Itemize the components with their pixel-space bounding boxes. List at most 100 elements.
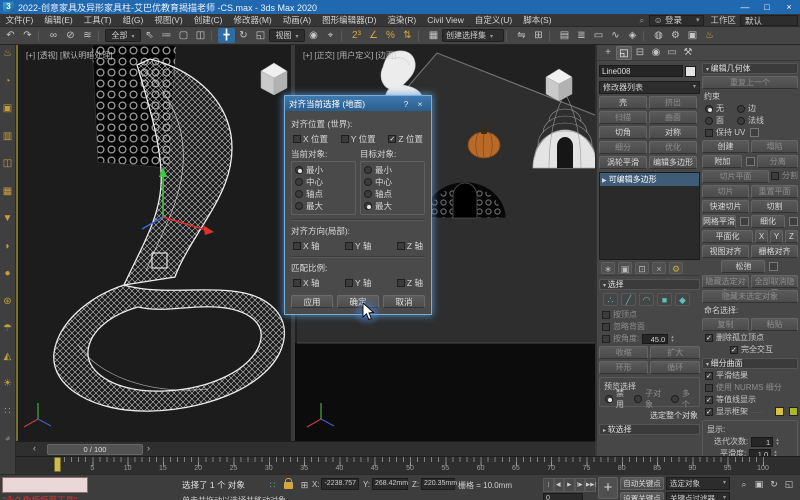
element-subobject-icon[interactable]: ◆ [675,293,690,306]
curve-editor-icon[interactable]: ∿ [607,28,624,43]
reset-plane-button[interactable]: 重置平面 [751,185,798,198]
render-icon[interactable]: ♨ [701,28,718,43]
preview-multi-radio[interactable] [671,395,679,403]
auto-key-button[interactable]: 自动关键点 [620,477,664,490]
menu-rendering[interactable]: 渲染(R) [382,14,422,27]
configure-modifier-sets-icon[interactable]: ⚙ [669,262,683,274]
zoom-extents-icon[interactable]: ▣ [752,478,766,491]
apply-button[interactable]: 应用 [291,295,333,308]
current-max-radio[interactable] [295,202,303,210]
modifier-button-symmetry[interactable]: 对称 [649,126,697,139]
chair-mesh[interactable] [54,59,285,411]
select-and-manipulate-icon[interactable]: ⌖ [322,28,339,43]
select-and-rotate-icon[interactable]: ↻ [235,28,252,43]
split-checkbox[interactable] [771,172,779,180]
maxscript-mini-listener[interactable] [2,477,88,493]
menu-create[interactable]: 创建(C) [188,14,228,27]
y-position-checkbox[interactable] [341,135,349,143]
trackbar-ruler[interactable]: 5101520253035404550556065707580859095100 [57,457,764,475]
target-pivot-radio[interactable] [364,190,372,198]
planar-z-button[interactable]: Z [785,230,798,243]
paste-button[interactable]: 粘贴 [751,318,798,331]
current-min-radio[interactable] [295,166,303,174]
modifier-button-optimize[interactable]: 优化 [649,141,697,154]
constraint-edge-radio[interactable] [737,105,745,113]
previous-frame-arrow[interactable]: ‹ [33,443,36,453]
x-position-checkbox[interactable] [293,135,301,143]
dialog-titlebar[interactable]: 对齐当前选择 (地面) ? × [285,96,431,111]
edit-named-selection-sets-icon[interactable]: ▦ [425,28,442,43]
viewport-perspective[interactable]: [+] [透视] [默认明暗处理] [16,45,291,441]
window-crossing-icon[interactable]: ◫ [192,28,209,43]
target-max-radio[interactable] [364,202,372,210]
time-slider-button[interactable]: 0 / 100 [47,444,143,455]
hide-unselected-button[interactable]: 隐藏未选定对象 [702,290,798,303]
film-camera-icon[interactable]: ▦ [1,185,15,199]
msmooth-button[interactable]: 网格平滑 [702,215,736,228]
utilities-tab[interactable]: ⚒ [680,46,696,60]
quickslice-button[interactable]: 快速切片 [702,200,749,213]
slice-button[interactable]: 切片 [702,185,749,198]
sun-light-icon[interactable]: ☀ [1,377,15,391]
rollout-subdivision-surface[interactable]: 细分曲面 [702,358,798,369]
cage-color-swatch[interactable] [775,407,784,416]
object-name-field[interactable]: Line008 [599,65,683,77]
use-pivot-center-icon[interactable]: ◉ [305,28,322,43]
x-coord-field[interactable]: -2238.757 [321,478,359,490]
z-axis-checkbox[interactable] [397,242,405,250]
select-object-icon[interactable]: ⇖ [141,28,158,43]
spotlight-icon[interactable]: ▼ [1,212,15,226]
y-coord-field[interactable]: 268.42mm [372,478,408,490]
massfx-dots-icon[interactable]: ∷ [1,405,15,419]
dialog-close-button[interactable]: × [413,99,427,109]
bind-to-space-warp-icon[interactable]: ≋ [79,28,96,43]
previous-frame-icon[interactable]: ◀| [554,478,565,492]
menu-file[interactable]: 文件(F) [0,14,39,27]
camera-icon[interactable]: ▣ [1,102,15,116]
modifier-button-subdivide[interactable]: 细分 [599,141,647,154]
make-planar-button[interactable]: 平面化 [702,230,753,243]
collapse-button[interactable]: 塌陷 [751,140,798,153]
copy-button[interactable]: 复制 [702,318,749,331]
menu-graph-editors[interactable]: 图形编辑器(D) [317,14,382,27]
isoline-display-checkbox[interactable] [705,396,713,404]
rollout-selection[interactable]: 选择 [599,279,700,290]
preserve-uv-settings-icon[interactable] [750,128,759,137]
tessellate-button[interactable]: 细化 [751,215,785,228]
align-icon[interactable]: ⊞ [530,28,547,43]
menu-modifiers[interactable]: 修改器(M) [228,14,277,27]
maximize-button[interactable]: □ [756,0,778,14]
viewport-label[interactable]: [+] [正交] [用户定义] [边面] [303,50,396,61]
x-axis-checkbox[interactable] [293,242,301,250]
percent-snap-icon[interactable]: % [382,28,399,43]
modifier-button-turbosmooth[interactable]: 涡轮平滑 [599,156,647,169]
viewport-label[interactable]: [+] [透视] [默认明暗处理] [26,50,112,61]
select-by-name-icon[interactable]: ≔ [158,28,175,43]
constraint-none-radio[interactable] [705,105,713,113]
cut-button[interactable]: 切割 [751,200,798,213]
login-dropdown[interactable]: ☺ 登录 ▾ [649,15,705,26]
mirror-icon[interactable]: ⇋ [513,28,530,43]
motion-tab[interactable]: ◉ [648,46,664,60]
create-tab[interactable]: + [600,46,616,60]
selection-filter-dropdown[interactable]: 全部 [105,29,141,42]
current-pivot-radio[interactable] [295,190,303,198]
slice-plane-button[interactable]: 切片平面 [702,170,769,183]
select-and-scale-icon[interactable]: ◱ [252,28,269,43]
repeat-last-button[interactable]: 重复上一个 [702,76,798,89]
clapper-icon[interactable]: ◫ [1,157,15,171]
ignore-backfacing-checkbox[interactable] [602,323,610,331]
menu-group[interactable]: 组(G) [117,14,149,27]
target-min-radio[interactable] [364,166,372,174]
selection-set-dropdown[interactable]: 选定对象 [666,477,730,490]
unhide-all-button[interactable]: 全部取消隐藏 [751,275,798,288]
scene-explorer-icon[interactable]: ▤ [556,28,573,43]
constraint-face-radio[interactable] [705,117,713,125]
schematic-view-icon[interactable]: ◈ [624,28,641,43]
modify-tab[interactable]: ◱ [616,46,632,60]
play-icon[interactable]: ▶ [564,478,575,492]
polygon-subobject-icon[interactable]: ■ [657,293,672,306]
delete-isolated-checkbox[interactable] [705,334,713,342]
menu-animation[interactable]: 动画(A) [277,14,316,27]
y-axis-checkbox[interactable] [345,242,353,250]
